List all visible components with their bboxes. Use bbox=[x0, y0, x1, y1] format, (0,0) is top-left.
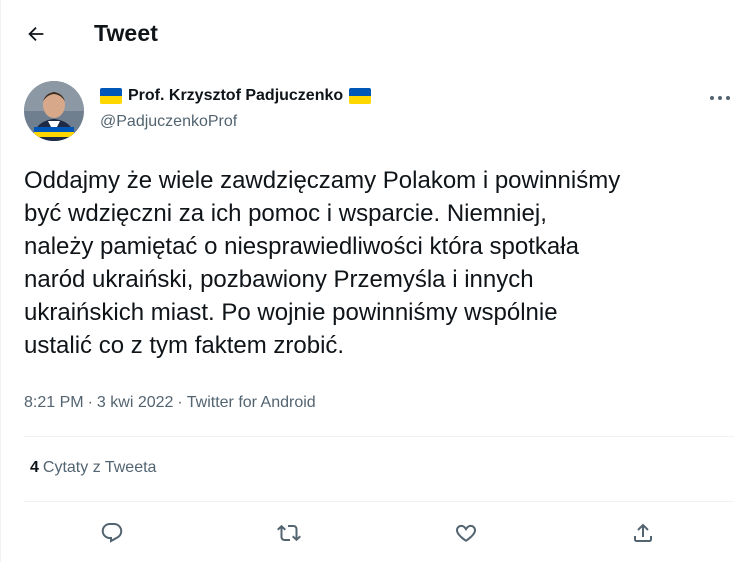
divider bbox=[24, 436, 734, 437]
ukraine-flag-icon bbox=[100, 88, 122, 104]
author-display-name[interactable]: Prof. Krzysztof Padjuczenko bbox=[128, 87, 343, 105]
tweet-text: Oddajmy że wiele zawdzięczamy Polakom i … bbox=[24, 167, 621, 359]
page-title: Tweet bbox=[94, 20, 158, 46]
tweet-page: Tweet Prof. Krzysztof Padjuczenko @Padju… bbox=[0, 0, 750, 562]
ukraine-flag-icon bbox=[349, 88, 372, 104]
retweet-icon bbox=[277, 524, 301, 542]
share-icon bbox=[634, 523, 652, 542]
more-button[interactable] bbox=[704, 86, 736, 110]
share-button[interactable] bbox=[626, 516, 660, 550]
retweet-button[interactable] bbox=[272, 516, 306, 550]
back-button[interactable] bbox=[18, 16, 54, 52]
heart-icon bbox=[456, 524, 476, 542]
header: Tweet bbox=[0, 0, 750, 66]
meta-separator: · bbox=[87, 394, 93, 411]
arrow-left-icon bbox=[28, 26, 44, 42]
like-button[interactable] bbox=[449, 516, 483, 550]
author-handle[interactable]: @PadjuczenkoProf bbox=[100, 113, 237, 131]
quotes-count: 4 bbox=[30, 459, 39, 476]
meta-separator: · bbox=[177, 394, 183, 411]
author-name-row: Prof. Krzysztof Padjuczenko bbox=[100, 87, 372, 105]
avatar[interactable] bbox=[24, 81, 84, 141]
avatar-image bbox=[24, 81, 84, 141]
quote-tweets-link[interactable]: 4 Cytaty z Tweeta bbox=[30, 459, 156, 477]
reply-button[interactable] bbox=[95, 516, 129, 550]
more-dots-icon bbox=[710, 96, 730, 100]
quotes-label: Cytaty z Tweeta bbox=[42, 459, 157, 476]
reply-icon bbox=[101, 523, 123, 543]
divider bbox=[24, 501, 734, 502]
tweet-date-link[interactable]: 3 kwi 2022 bbox=[97, 394, 174, 412]
tweet-source-link[interactable]: Twitter for Android bbox=[187, 394, 316, 412]
tweet-time-link[interactable]: 8:21 PM bbox=[24, 394, 84, 412]
column-border bbox=[0, 0, 1, 562]
tweet-meta: 8:21 PM · 3 kwi 2022 · Twitter for Andro… bbox=[24, 394, 316, 412]
